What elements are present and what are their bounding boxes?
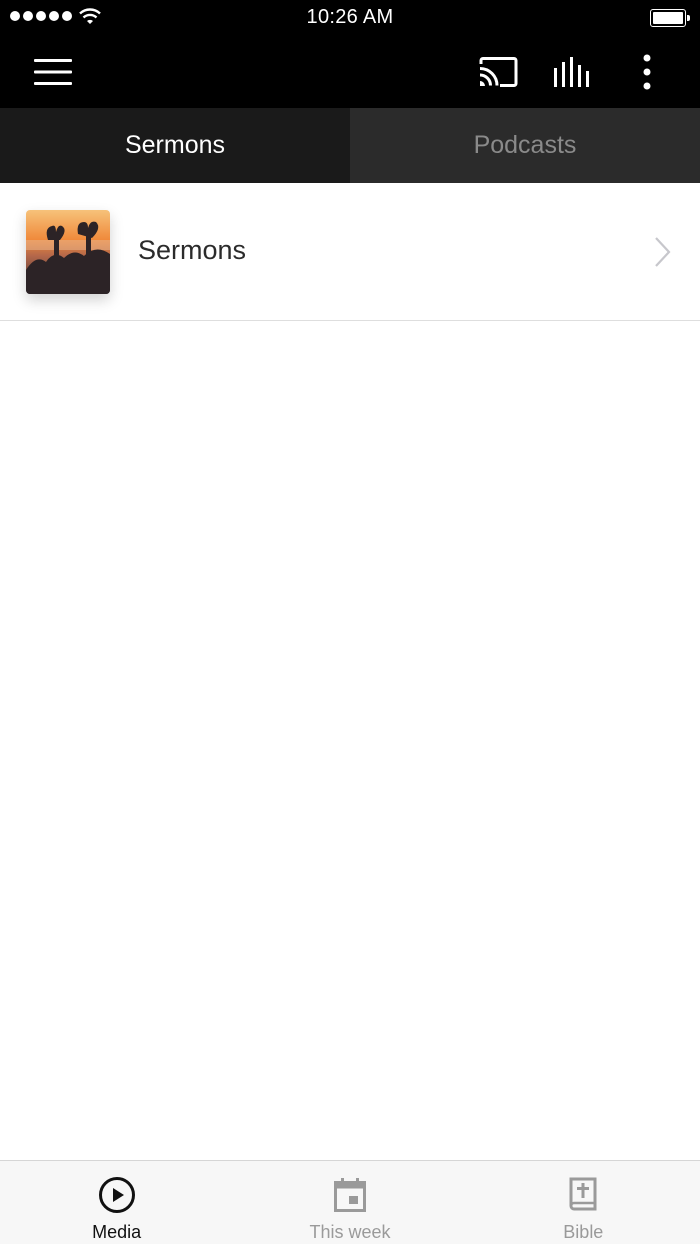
nav-item-bible[interactable]: Bible bbox=[467, 1161, 700, 1244]
list-item-label: Sermons bbox=[138, 235, 247, 265]
cast-icon bbox=[479, 57, 518, 87]
nav-label-this-week: This week bbox=[309, 1222, 391, 1242]
menu-button[interactable] bbox=[31, 50, 75, 94]
equalizer-icon bbox=[554, 57, 589, 87]
sermons-thumbnail bbox=[26, 210, 110, 294]
app-bar bbox=[0, 36, 700, 108]
status-time: 10:26 AM bbox=[306, 6, 394, 28]
nav-label-bible: Bible bbox=[563, 1222, 604, 1242]
tab-podcasts[interactable]: Podcasts bbox=[350, 108, 700, 183]
nav-item-media[interactable]: Media bbox=[0, 1161, 233, 1244]
bottom-navigation: Media This week Bible bbox=[0, 1160, 700, 1244]
calendar-icon bbox=[330, 1175, 370, 1215]
nav-item-this-week[interactable]: This week bbox=[233, 1161, 466, 1244]
chevron-right-icon bbox=[652, 236, 672, 273]
app-screen: 10:26 AM Sermons Podcasts Sermons Media … bbox=[0, 0, 700, 1244]
tab-sermons[interactable]: Sermons bbox=[0, 108, 350, 183]
tab-bar: Sermons Podcasts bbox=[0, 108, 700, 183]
bible-icon bbox=[563, 1175, 603, 1215]
play-circle-icon bbox=[97, 1175, 137, 1215]
list-item-sermons[interactable]: Sermons bbox=[0, 183, 700, 321]
more-vert-icon bbox=[643, 54, 651, 90]
status-bar: 10:26 AM bbox=[0, 0, 700, 36]
cast-button[interactable] bbox=[476, 50, 520, 94]
equalizer-button[interactable] bbox=[550, 50, 594, 94]
nav-label-media: Media bbox=[92, 1222, 142, 1242]
more-options-button[interactable] bbox=[625, 50, 669, 94]
battery-icon bbox=[650, 9, 690, 27]
menu-icon bbox=[34, 59, 72, 85]
